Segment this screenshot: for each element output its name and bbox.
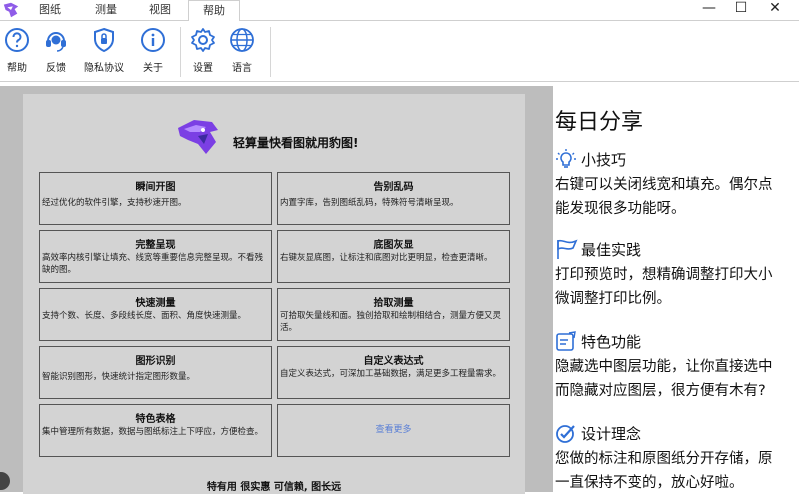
section-line: 您做的标注和原图纸分开存储，原 (555, 451, 773, 467)
tip-section: 小技巧 右键可以关闭线宽和填充。偶尔点 能发现很多功能呀。 (555, 148, 799, 221)
best-practice-section: 最佳实践 打印预览时，想精确调整打印大小 微调整打印比例。 (555, 238, 799, 311)
feature-desc: 高效率内核引擎让填充、线宽等重要信息完整呈现。不看残缺的图。 (42, 253, 264, 275)
feature-desc: 右键灰显底图，让标注和底图对比更明显，检查更清晰。 (280, 253, 493, 263)
privacy-label: 隐私协议 (84, 63, 124, 74)
feedback-button[interactable]: 反馈 (36, 25, 76, 79)
ribbon-separator (270, 27, 271, 77)
feature-desc: 内置字库，告别图纸乱码，特殊符号清晰呈现。 (280, 198, 459, 208)
feature-desc: 可拾取矢量线和面。独创拾取和绘制相结合，测量方便又灵活。 (280, 311, 502, 333)
feature-pick-measure: 拾取测量 可拾取矢量线和面。独创拾取和绘制相结合，测量方便又灵活。 (277, 288, 510, 341)
help-label: 帮助 (7, 63, 27, 74)
ribbon-toolbar: 帮助 反馈 隐私协议 关于 设置 语言 (0, 20, 799, 82)
slogan-text: 轻算量快看图就用豹图! (233, 136, 359, 150)
section-heading: 小技巧 (581, 151, 627, 169)
feature-title: 快速测量 (135, 298, 176, 309)
brand-panther-logo-icon (178, 120, 218, 154)
footer-tagline: 特有用 很实惠 可信赖, 图长远 (206, 482, 342, 493)
feature-desc: 经过优化的软件引擎，支持秒速开图。 (42, 198, 187, 208)
daily-share-panel: 每日分享 小技巧 右键可以关闭线宽和填充。偶尔点 能发现很多功能呀。 最佳实践 … (553, 86, 799, 492)
settings-label: 设置 (193, 63, 213, 74)
help-button[interactable]: 帮助 (0, 25, 37, 79)
feature-desc: 智能识别图形，快速统计指定图形数量。 (42, 372, 196, 382)
feature-title: 告别乱码 (373, 182, 414, 193)
feature-title: 完整呈现 (135, 240, 176, 251)
section-heading: 特色功能 (581, 333, 642, 351)
feature-desc: 集中管理所有数据，数据与图纸标注上下呼应，方便检查。 (42, 427, 264, 437)
section-line: 打印预览时，想精确调整打印大小 (555, 267, 773, 283)
feature-full-render: 完整呈现 高效率内核引擎让填充、线宽等重要信息完整呈现。不看残缺的图。 (39, 230, 272, 283)
minimize-button[interactable]: — (692, 0, 726, 20)
feature-section: 特色功能 隐藏选中图层功能，让你直接选中 而隐藏对应图层，很方便有木有? (555, 330, 799, 403)
feature-title: 底图灰显 (373, 240, 414, 251)
info-circle-icon (141, 28, 165, 52)
drawing-canvas[interactable]: 轻算量快看图就用豹图! 瞬间开图 经过优化的软件引擎，支持秒速开图。 告别乱码 … (0, 86, 553, 494)
section-line: 右键可以关闭线宽和填充。偶尔点 (555, 177, 773, 193)
feature-quick-measure: 快速测量 支持个数、长度、多段线长度、面积、角度快速测量。 (39, 288, 272, 341)
feedback-label: 反馈 (46, 63, 66, 74)
section-line: 一直保持不变的，放心好啦。 (555, 475, 744, 491)
section-line: 微调整打印比例。 (555, 291, 671, 307)
close-button[interactable]: ✕ (758, 0, 792, 20)
globe-icon (230, 28, 254, 52)
feature-instant-open: 瞬间开图 经过优化的软件引擎，支持秒速开图。 (39, 172, 272, 225)
about-label: 关于 (143, 63, 163, 74)
feature-title: 自定义表达式 (363, 356, 424, 367)
question-circle-icon (5, 28, 29, 52)
feature-title: 瞬间开图 (135, 182, 176, 193)
bulb-icon (556, 149, 576, 168)
section-line: 而隐藏对应图层，很方便有木有? (555, 383, 766, 399)
feature-desc: 支持个数、长度、多段线长度、面积、角度快速测量。 (42, 311, 247, 321)
design-philosophy-section: 设计理念 您做的标注和原图纸分开存储，原 一直保持不变的，放心好啦。 (555, 422, 799, 492)
feature-title: 特色表格 (135, 414, 176, 425)
feature-desc: 自定义表达式，可深加工基础数据，满足更多工程量需求。 (280, 369, 502, 379)
app-logo-icon (3, 2, 19, 18)
welcome-card: 轻算量快看图就用豹图! 瞬间开图 经过优化的软件引擎，支持秒速开图。 告别乱码 … (23, 94, 525, 494)
privacy-button[interactable]: 隐私协议 (84, 25, 124, 79)
section-line: 能发现很多功能呀。 (555, 201, 686, 217)
panel-title: 每日分享 (555, 110, 644, 135)
section-heading: 设计理念 (581, 425, 642, 443)
shield-icon (94, 27, 114, 53)
feature-shape-recognition: 图形识别 智能识别图形，快速统计指定图形数量。 (39, 346, 272, 399)
maximize-button[interactable]: ☐ (724, 0, 758, 20)
ribbon-separator (180, 27, 181, 77)
gear-icon (191, 28, 215, 52)
feature-title: 图形识别 (135, 356, 176, 367)
tab-drawing[interactable]: 图纸 (24, 0, 76, 20)
feature-gray-base: 底图灰显 右键灰显底图，让标注和底图对比更明显，检查更清晰。 (277, 230, 510, 283)
language-button[interactable]: 语言 (222, 25, 262, 79)
checklist-icon (556, 331, 576, 351)
view-more-link[interactable]: 查看更多 (277, 404, 510, 457)
title-bar: 图纸 测量 视图 帮助 — ☐ ✕ (0, 0, 799, 21)
feature-custom-expression: 自定义表达式 自定义表达式，可深加工基础数据，满足更多工程量需求。 (277, 346, 510, 399)
about-button[interactable]: 关于 (133, 25, 173, 79)
floating-circle-button[interactable] (0, 472, 10, 490)
section-line: 隐藏选中图层功能，让你直接选中 (555, 359, 773, 375)
tab-view[interactable]: 视图 (134, 0, 186, 20)
tab-help[interactable]: 帮助 (188, 0, 240, 21)
headset-icon (46, 32, 66, 52)
flag-icon (557, 239, 578, 259)
feature-special-table: 特色表格 集中管理所有数据，数据与图纸标注上下呼应，方便检查。 (39, 404, 272, 457)
feature-title: 拾取测量 (373, 298, 414, 309)
language-label: 语言 (232, 63, 252, 74)
feature-no-garble: 告别乱码 内置字库，告别图纸乱码，特殊符号清晰呈现。 (277, 172, 510, 225)
target-check-icon (556, 425, 575, 443)
settings-button[interactable]: 设置 (183, 25, 223, 79)
section-heading: 最佳实践 (581, 241, 642, 259)
tab-measure[interactable]: 测量 (80, 0, 132, 20)
